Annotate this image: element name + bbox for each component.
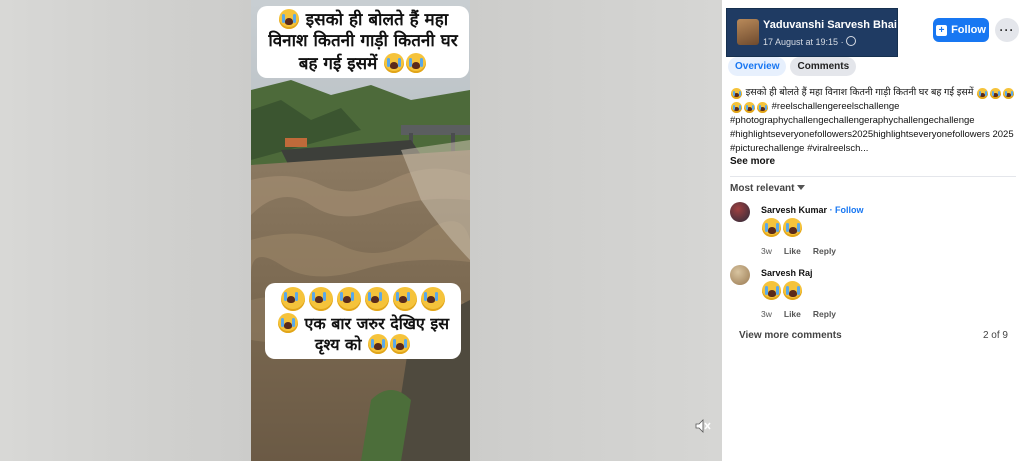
reply-button[interactable]: Reply — [813, 246, 836, 256]
see-more-link[interactable]: See more — [730, 156, 775, 167]
post-tabs: Overview Comments — [728, 57, 857, 76]
commenter-follow-link[interactable]: · Follow — [830, 205, 864, 215]
post-author-header[interactable]: Yaduvanshi Sarvesh Bhai 17 August at 19:… — [726, 8, 898, 57]
commenter-name[interactable]: Sarvesh Raj — [761, 268, 813, 278]
crying-face-icon — [731, 102, 742, 113]
follow-plus-icon: + — [936, 24, 948, 36]
crying-face-icon — [421, 287, 445, 311]
crying-face-icon — [365, 287, 389, 311]
follow-label: Follow — [951, 24, 986, 36]
commenter-name[interactable]: Sarvesh Kumar · Follow — [761, 205, 864, 215]
more-options-button[interactable]: ··· — [995, 18, 1019, 42]
view-more-comments-link[interactable]: View more comments — [739, 330, 842, 341]
comment-age[interactable]: 3w — [761, 246, 772, 256]
speaker-muted-icon[interactable] — [694, 417, 712, 435]
timestamp-text: 17 August at 19:15 · — [763, 37, 844, 47]
emoji-row — [267, 287, 459, 311]
comment-sort-dropdown[interactable]: Most relevant — [730, 183, 806, 194]
crying-face-icon — [762, 281, 781, 300]
divider — [730, 176, 1016, 177]
comment-age[interactable]: 3w — [761, 309, 772, 319]
comment-body — [761, 281, 803, 301]
crying-face-icon — [281, 287, 305, 311]
comment-meta: 3w Like Reply — [761, 309, 836, 319]
crying-face-icon — [309, 287, 333, 311]
commenter-name-text: Sarvesh Kumar — [761, 205, 828, 215]
author-avatar[interactable] — [737, 19, 759, 45]
tab-overview[interactable]: Overview — [728, 57, 787, 76]
crying-face-icon — [744, 102, 755, 113]
crying-face-icon — [337, 287, 361, 311]
caption-hashtags[interactable]: #reelschallengereelschallenge #photograp… — [730, 101, 1014, 154]
post-caption: इसको ही बोलते हैं महा विनाश कितनी गाड़ी … — [730, 86, 1020, 156]
comment-count: 2 of 9 — [982, 330, 1008, 341]
crying-face-icon — [731, 88, 742, 99]
video-caption-top: इसको ही बोलते हैं महा विनाश कितनी गाड़ी … — [257, 6, 469, 78]
crying-face-icon — [762, 218, 781, 237]
commenter-avatar[interactable] — [730, 265, 750, 285]
video-caption-bottom: एक बार जरुर देखिए इस दृश्य को — [265, 283, 461, 359]
post-side-panel: Yaduvanshi Sarvesh Bhai 17 August at 19:… — [722, 0, 1024, 461]
commenter-avatar[interactable] — [730, 202, 750, 222]
like-button[interactable]: Like — [784, 309, 801, 319]
post-timestamp[interactable]: 17 August at 19:15 · — [763, 36, 856, 47]
like-button[interactable]: Like — [784, 246, 801, 256]
crying-face-icon — [783, 281, 802, 300]
crying-face-icon — [406, 52, 427, 73]
crying-face-icon — [368, 334, 389, 354]
sort-label: Most relevant — [730, 183, 795, 194]
crying-face-icon — [783, 218, 802, 237]
crying-face-icon — [1003, 88, 1015, 99]
crying-face-icon — [990, 88, 1002, 99]
crying-face-icon — [384, 52, 405, 73]
video-frame[interactable]: इसको ही बोलते हैं महा विनाश कितनी गाड़ी … — [251, 0, 470, 461]
more-icon: ··· — [999, 23, 1015, 37]
crying-face-icon — [977, 88, 989, 99]
crying-face-icon — [757, 102, 768, 113]
author-name[interactable]: Yaduvanshi Sarvesh Bhai — [763, 19, 897, 31]
follow-button[interactable]: + Follow — [933, 18, 989, 42]
tab-comments[interactable]: Comments — [790, 57, 857, 76]
comment-body — [761, 218, 803, 238]
globe-icon — [845, 36, 856, 46]
comment-meta: 3w Like Reply — [761, 246, 836, 256]
crying-face-icon — [277, 313, 298, 333]
caption-text: इसको ही बोलते हैं महा विनाश कितनी गाड़ी … — [745, 87, 974, 98]
chevron-down-icon — [797, 185, 806, 190]
crying-face-icon — [278, 9, 299, 29]
crying-face-icon — [393, 287, 417, 311]
crying-face-icon — [390, 334, 411, 354]
reply-button[interactable]: Reply — [813, 309, 836, 319]
video-player[interactable]: इसको ही बोलते हैं महा विनाश कितनी गाड़ी … — [0, 0, 722, 461]
